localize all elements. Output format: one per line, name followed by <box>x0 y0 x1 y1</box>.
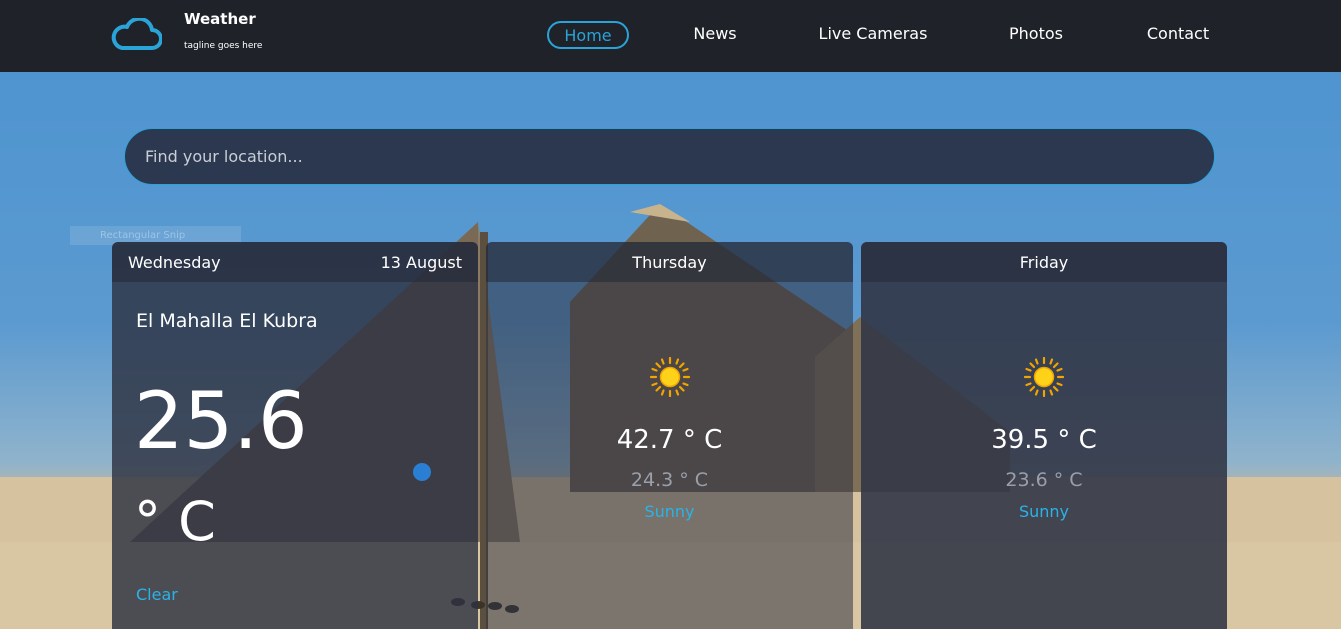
cloud-icon[interactable] <box>110 18 162 52</box>
today-condition: Clear <box>136 585 178 604</box>
today-day-label: Wednesday <box>128 253 221 272</box>
nav-live-cameras[interactable]: Live Cameras <box>810 21 936 49</box>
nav-home[interactable]: Home <box>547 21 629 49</box>
nav-photos[interactable]: Photos <box>1000 21 1072 49</box>
forecast-day-label: Thursday <box>632 253 707 272</box>
forecast-day-label: Friday <box>1019 253 1069 272</box>
location-search-input[interactable] <box>124 128 1215 185</box>
nav-contact[interactable]: Contact <box>1138 21 1218 49</box>
forecast-condition: Sunny <box>644 502 695 521</box>
sun-icon <box>649 357 690 397</box>
forecast-card-header: Friday <box>861 242 1227 282</box>
current-temperature: 25.6 <box>134 377 308 467</box>
forecast-card-friday: Friday 39.5 ° C 23.6 ° C Sunny <box>861 242 1227 629</box>
moon-icon <box>413 463 431 481</box>
site-header: Weather tagline goes here Home News Live… <box>0 0 1341 72</box>
location-name: El Mahalla El Kubra <box>136 310 318 332</box>
nav-news[interactable]: News <box>680 21 750 49</box>
site-title[interactable]: Weather <box>184 10 256 28</box>
forecast-condition: Sunny <box>1018 502 1070 521</box>
forecast-max-temp: 42.7 ° C <box>616 425 723 455</box>
forecast-card-header: Thursday <box>486 242 853 282</box>
today-forecast-card: Wednesday 13 August El Mahalla El Kubra … <box>112 242 478 629</box>
forecast-min-temp: 24.3 ° C <box>630 469 709 491</box>
temperature-unit: ° C <box>134 490 216 553</box>
forecast-min-temp: 23.6 ° C <box>1005 469 1083 491</box>
today-date-label: 13 August <box>380 253 462 272</box>
sun-icon <box>1024 357 1064 397</box>
forecast-max-temp: 39.5 ° C <box>991 425 1097 455</box>
forecast-card-thursday: Thursday 42.7 ° C 24.3 ° C Sunny <box>486 242 853 629</box>
site-tagline: tagline goes here <box>184 41 263 51</box>
today-card-header: Wednesday 13 August <box>112 242 478 282</box>
